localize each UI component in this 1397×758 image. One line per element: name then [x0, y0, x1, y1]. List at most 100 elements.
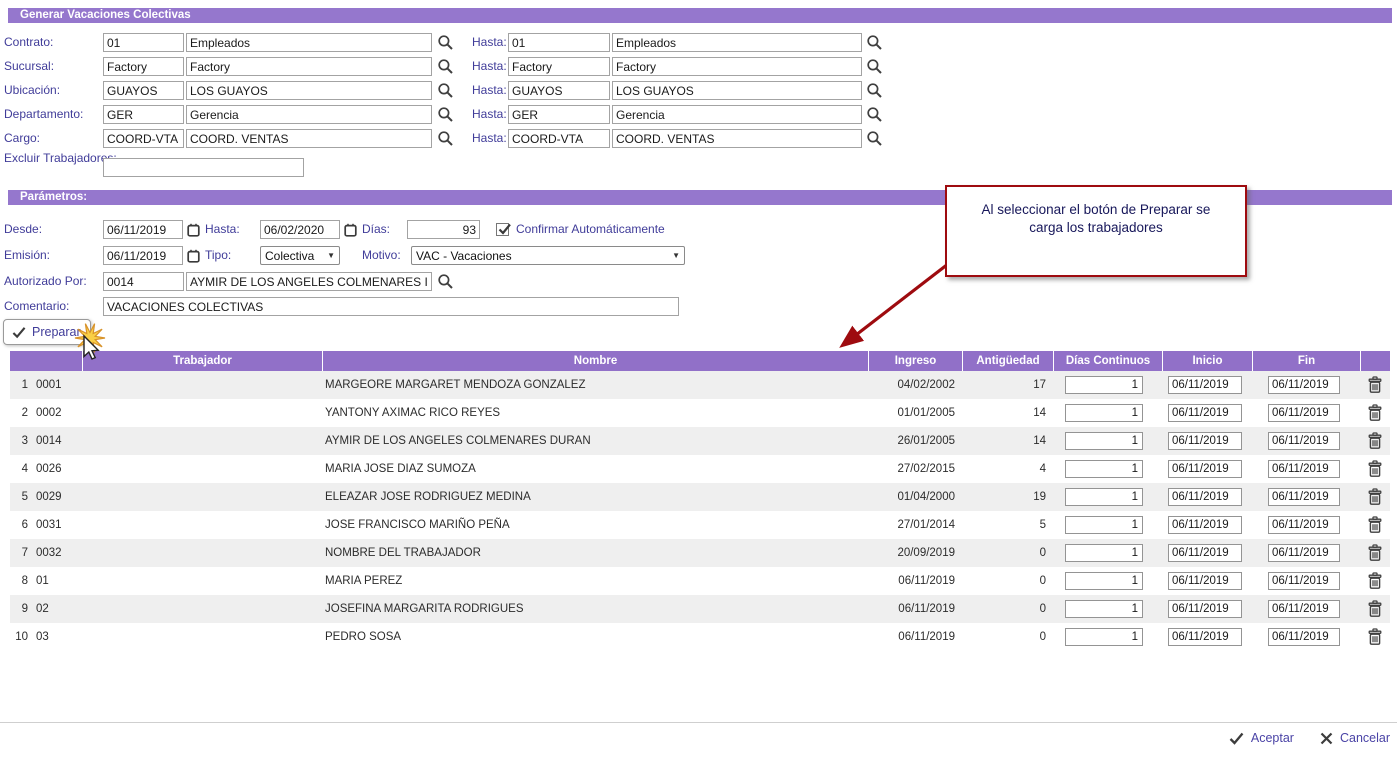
confirmar-checkbox[interactable]: [496, 223, 509, 236]
delete-row-button[interactable]: [1366, 572, 1384, 590]
sucursal-search-icon[interactable]: [437, 58, 454, 75]
contrato-desc-input[interactable]: [186, 33, 432, 52]
contrato-hasta-search-icon[interactable]: [866, 34, 883, 51]
delete-row-button[interactable]: [1366, 488, 1384, 506]
inicio-date-input[interactable]: [1168, 600, 1242, 618]
excluir-trabajadores-input[interactable]: [103, 158, 304, 177]
delete-row-button[interactable]: [1366, 544, 1384, 562]
table-row: 20002YANTONY AXIMAC RICO REYES01/01/2005…: [10, 399, 1390, 427]
sucursal-hasta-code-input[interactable]: [508, 57, 610, 76]
contrato-hasta-code-input[interactable]: [508, 33, 610, 52]
fin-date-input[interactable]: [1268, 516, 1340, 534]
dias-continuos-input[interactable]: [1065, 432, 1143, 450]
trabajador-code: 0002: [36, 399, 62, 427]
contrato-hasta-desc-input[interactable]: [612, 33, 862, 52]
inicio-date-input[interactable]: [1168, 432, 1242, 450]
ubicacion-hasta-code-input[interactable]: [508, 81, 610, 100]
cargo-hasta-desc-input[interactable]: [612, 129, 862, 148]
sucursal-code-input[interactable]: [103, 57, 184, 76]
cargo-hasta-code-input[interactable]: [508, 129, 610, 148]
preparar-button[interactable]: Preparar: [3, 319, 91, 345]
check-icon: [497, 222, 513, 238]
trash-icon: [1367, 516, 1383, 534]
delete-row-button[interactable]: [1366, 404, 1384, 422]
sucursal-hasta-search-icon[interactable]: [866, 58, 883, 75]
fin-date-input[interactable]: [1268, 600, 1340, 618]
sucursal-hasta-desc-input[interactable]: [612, 57, 862, 76]
fin-date-input[interactable]: [1268, 404, 1340, 422]
ubicacion-code-input[interactable]: [103, 81, 184, 100]
dias-continuos-input[interactable]: [1065, 488, 1143, 506]
aceptar-button[interactable]: Aceptar: [1229, 731, 1294, 745]
fin-date-input[interactable]: [1268, 572, 1340, 590]
ubicacion-desc-input[interactable]: [186, 81, 432, 100]
cargo-hasta-search-icon[interactable]: [866, 130, 883, 147]
fin-date-input[interactable]: [1268, 376, 1340, 394]
inicio-date-input[interactable]: [1168, 376, 1242, 394]
departamento-search-icon[interactable]: [437, 106, 454, 123]
comentario-input[interactable]: [103, 297, 679, 316]
delete-row-button[interactable]: [1366, 516, 1384, 534]
dias-continuos-input[interactable]: [1065, 600, 1143, 618]
autorizado-search-icon[interactable]: [437, 273, 454, 290]
delete-row-button[interactable]: [1366, 600, 1384, 618]
delete-row-button[interactable]: [1366, 460, 1384, 478]
hasta-calendar-icon[interactable]: [342, 223, 359, 240]
autorizado-nombre-input[interactable]: [186, 272, 432, 291]
dias-continuos-input[interactable]: [1065, 544, 1143, 562]
fin-date-input[interactable]: [1268, 460, 1340, 478]
delete-row-button[interactable]: [1366, 628, 1384, 646]
dias-input[interactable]: [407, 220, 480, 239]
search-icon: [437, 58, 454, 75]
antiguedad-value: 14: [960, 427, 1046, 455]
inicio-date-input[interactable]: [1168, 544, 1242, 562]
departamento-hasta-desc-input[interactable]: [612, 105, 862, 124]
emision-date-input[interactable]: [103, 246, 183, 265]
departamento-code-input[interactable]: [103, 105, 184, 124]
ubicacion-hasta-search-icon[interactable]: [866, 82, 883, 99]
dias-continuos-input[interactable]: [1065, 628, 1143, 646]
emision-calendar-icon[interactable]: [185, 249, 202, 266]
departamento-hasta-code-input[interactable]: [508, 105, 610, 124]
delete-row-button[interactable]: [1366, 376, 1384, 394]
fin-date-input[interactable]: [1268, 488, 1340, 506]
contrato-search-icon[interactable]: [437, 34, 454, 51]
cargo-code-input[interactable]: [103, 129, 184, 148]
tipo-select[interactable]: Colectiva ▼: [260, 246, 340, 265]
fin-date-input[interactable]: [1268, 628, 1340, 646]
dias-continuos-input[interactable]: [1065, 516, 1143, 534]
motivo-select[interactable]: VAC - Vacaciones ▼: [411, 246, 685, 265]
cargo-desc-input[interactable]: [186, 129, 432, 148]
sucursal-desc-input[interactable]: [186, 57, 432, 76]
inicio-date-input[interactable]: [1168, 460, 1242, 478]
desde-date-input[interactable]: [103, 220, 183, 239]
dias-continuos-input[interactable]: [1065, 572, 1143, 590]
cargo-hasta-label: Hasta:: [472, 129, 507, 148]
trabajador-code: 0032: [36, 539, 62, 567]
inicio-date-input[interactable]: [1168, 572, 1242, 590]
fin-date-input[interactable]: [1268, 432, 1340, 450]
inicio-date-input[interactable]: [1168, 488, 1242, 506]
inicio-date-input[interactable]: [1168, 628, 1242, 646]
autorizado-code-input[interactable]: [103, 272, 184, 291]
ubicacion-hasta-desc-input[interactable]: [612, 81, 862, 100]
departamento-desc-input[interactable]: [186, 105, 432, 124]
cargo-search-icon[interactable]: [437, 130, 454, 147]
fin-date-input[interactable]: [1268, 544, 1340, 562]
table-header-trabajador: Trabajador: [83, 351, 322, 371]
ubicacion-search-icon[interactable]: [437, 82, 454, 99]
hasta-date-input[interactable]: [260, 220, 340, 239]
inicio-date-input[interactable]: [1168, 516, 1242, 534]
row-number: 3: [10, 427, 28, 455]
ingreso-date: 27/01/2014: [860, 511, 955, 539]
contrato-code-input[interactable]: [103, 33, 184, 52]
desde-calendar-icon[interactable]: [185, 223, 202, 240]
cancelar-button[interactable]: Cancelar: [1320, 731, 1390, 745]
delete-row-button[interactable]: [1366, 432, 1384, 450]
inicio-date-input[interactable]: [1168, 404, 1242, 422]
departamento-hasta-search-icon[interactable]: [866, 106, 883, 123]
dias-continuos-input[interactable]: [1065, 376, 1143, 394]
annotation-arrow: [815, 252, 965, 362]
dias-continuos-input[interactable]: [1065, 460, 1143, 478]
dias-continuos-input[interactable]: [1065, 404, 1143, 422]
